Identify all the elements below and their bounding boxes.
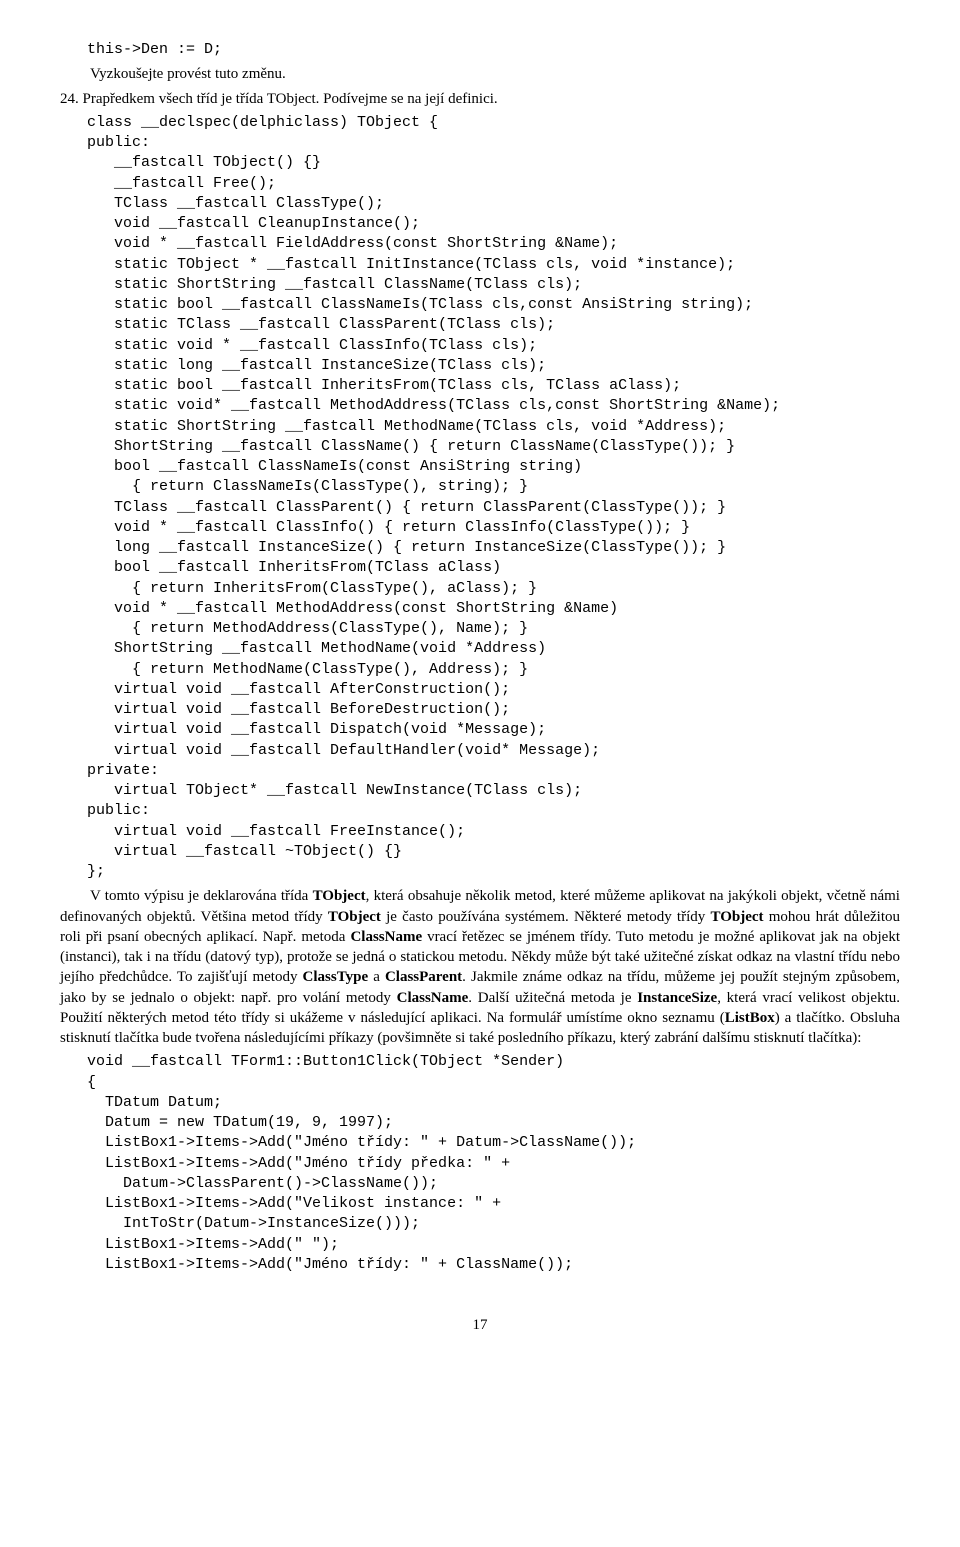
code-block-bottom: void __fastcall TForm1::Button1Click(TOb… [60,1052,900,1275]
p3-t10: a [368,969,385,985]
code-block-class: class __declspec(delphiclass) TObject { … [60,113,900,883]
prose-paragraph-3: V tomto výpisu je deklarována třída TObj… [60,886,900,1048]
p3-t14: . Další užitečná metoda je [468,990,637,1006]
prose2-prefix: 24. [60,91,79,107]
p3-t0: V tomto výpisu je deklarována třída [90,888,313,904]
p3-b3: TObject [328,909,381,925]
page-number: 17 [60,1315,900,1335]
p3-b1: TObject [313,888,366,904]
p3-b17: ListBox [725,1010,775,1026]
code-block-top: this->Den := D; [60,40,900,60]
p3-b5: TObject [710,909,763,925]
prose2-rest: Prapředkem všech tříd je třída TObject. … [79,91,498,107]
prose1-text: Vyzkoušejte provést tuto změnu. [90,66,286,82]
p3-b13: ClassName [397,990,469,1006]
p3-b15: InstanceSize [637,990,717,1006]
p3-t4: je často používána systémem. Některé met… [381,909,711,925]
prose-line-1: Vyzkoušejte provést tuto změnu. [60,64,900,84]
p3-b9: ClassType [303,969,369,985]
p3-b11: ClassParent [385,969,462,985]
prose-line-2: 24. Prapředkem všech tříd je třída TObje… [60,89,900,109]
p3-b7: ClassName [350,929,422,945]
